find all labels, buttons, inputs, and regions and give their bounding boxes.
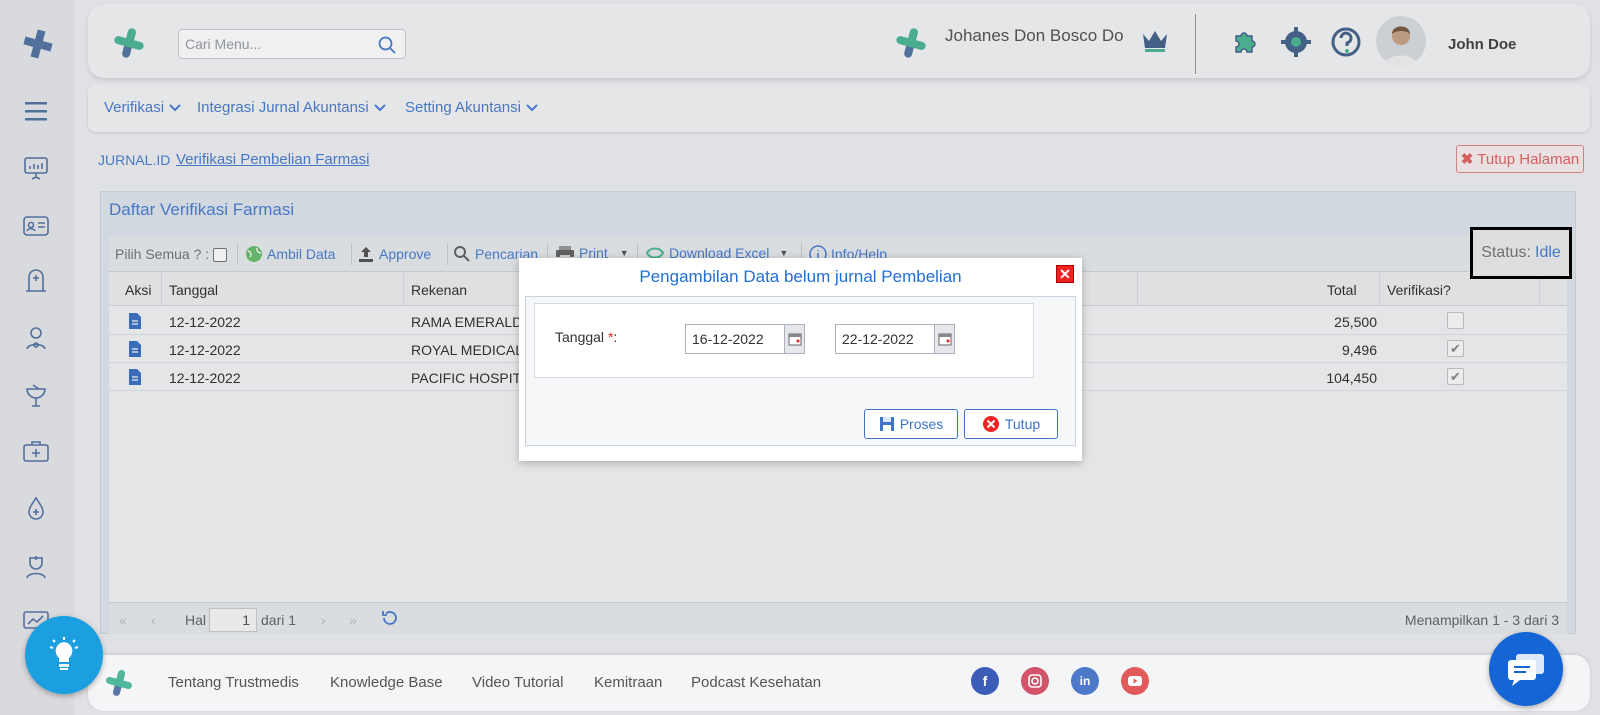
- facebook-icon[interactable]: f: [971, 667, 999, 695]
- date-from-input[interactable]: [686, 325, 786, 353]
- youtube-icon[interactable]: [1121, 667, 1149, 695]
- footer-link-kemitraan[interactable]: Kemitraan: [594, 674, 662, 691]
- live-chat-button[interactable]: [1489, 632, 1563, 706]
- calendar-icon[interactable]: [784, 325, 804, 353]
- footer-link-podcast[interactable]: Podcast Kesehatan: [691, 674, 821, 691]
- footer: Tentang Trustmedis Knowledge Base Video …: [88, 655, 1590, 711]
- date-label-text: Tanggal: [555, 329, 605, 345]
- footer-link-about[interactable]: Tentang Trustmedis: [168, 674, 299, 691]
- date-to-field[interactable]: [835, 324, 955, 354]
- cancel-icon: [982, 416, 999, 432]
- save-icon: [879, 417, 894, 431]
- chat-icon: [1508, 654, 1544, 686]
- cancel-label: Tutup: [1004, 416, 1041, 432]
- process-label: Proses: [899, 416, 944, 432]
- footer-link-video-tutorial[interactable]: Video Tutorial: [472, 674, 563, 691]
- fetch-data-dialog: Pengambilan Data belum jurnal Pembelian …: [519, 258, 1082, 461]
- process-button[interactable]: Proses: [864, 409, 958, 439]
- dialog-cancel-button[interactable]: Tutup: [964, 409, 1058, 439]
- date-range-fieldset: Tanggal *:: [534, 303, 1034, 378]
- dialog-body: Tanggal *: Proses Tutup: [525, 296, 1076, 446]
- linkedin-icon[interactable]: in: [1071, 667, 1099, 695]
- dialog-title: Pengambilan Data belum jurnal Pembelian: [639, 267, 962, 286]
- date-from-field[interactable]: [685, 324, 805, 354]
- date-to-input[interactable]: [836, 325, 936, 353]
- date-field-label: Tanggal *:: [555, 329, 617, 345]
- calendar-icon[interactable]: [934, 325, 954, 353]
- footer-logo-icon: [104, 668, 134, 703]
- instagram-icon[interactable]: [1021, 667, 1049, 695]
- lightbulb-icon: [49, 637, 79, 670]
- footer-link-knowledge-base[interactable]: Knowledge Base: [330, 674, 443, 691]
- tips-bulb-button[interactable]: [25, 616, 103, 694]
- label-colon: :: [613, 329, 618, 345]
- dialog-close-icon[interactable]: ✕: [1056, 265, 1074, 283]
